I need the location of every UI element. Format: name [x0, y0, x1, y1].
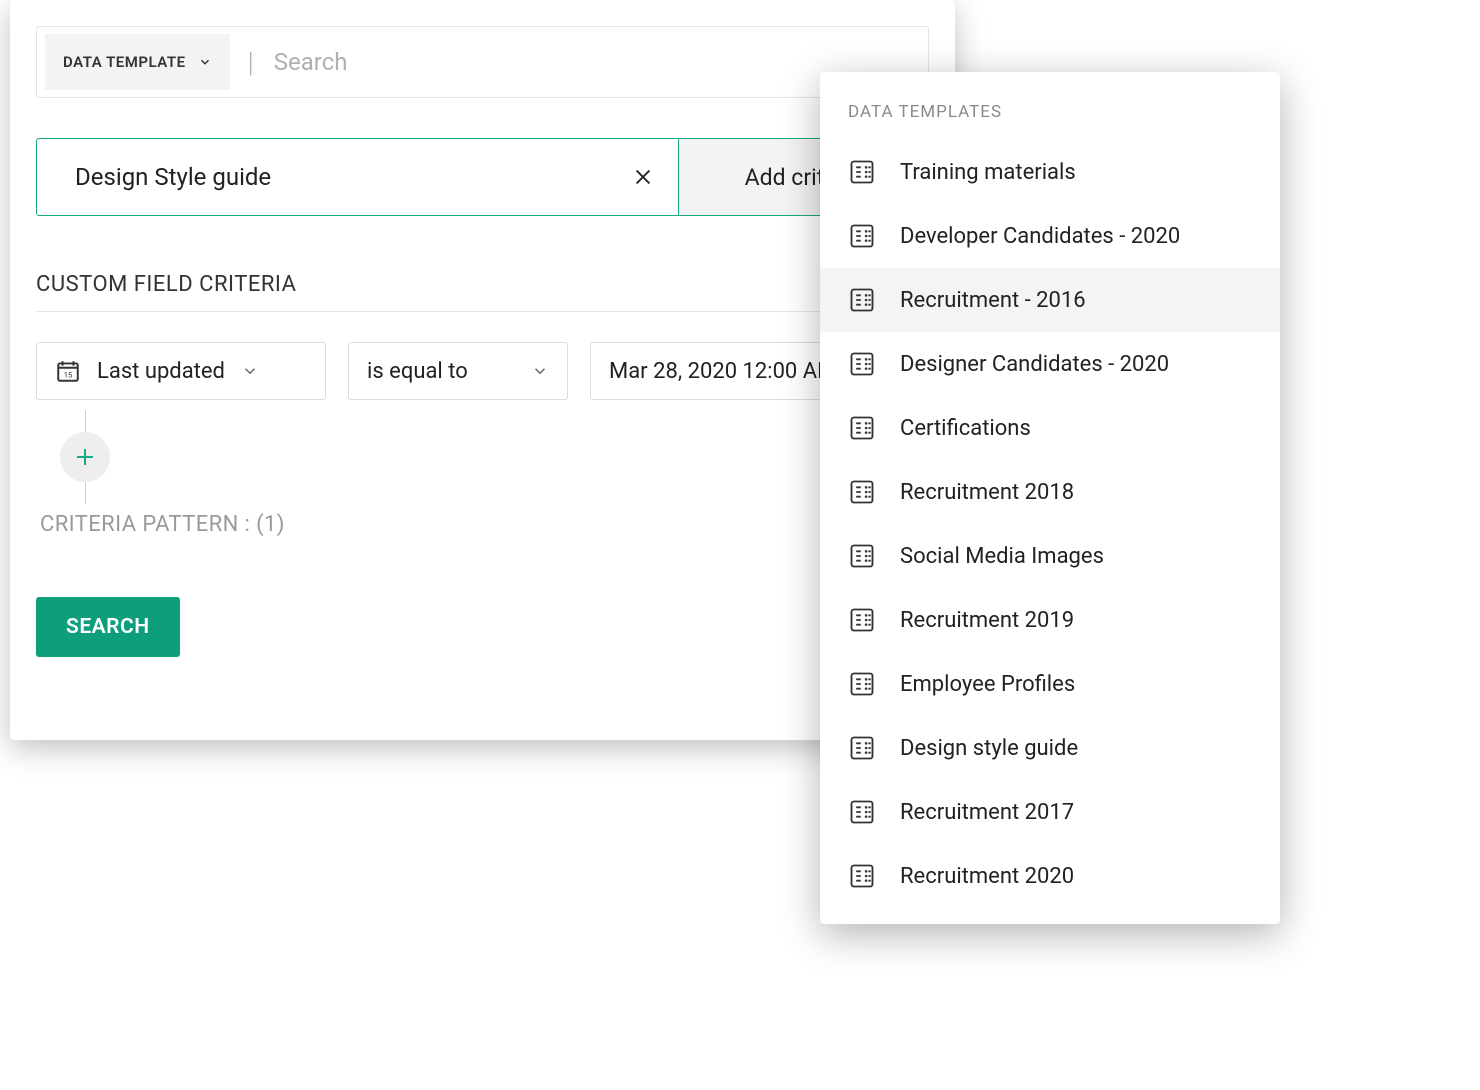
template-item-label: Recruitment 2020 — [900, 864, 1074, 889]
criteria-panel: DATA TEMPLATE | Design Style guide Add c… — [10, 0, 955, 740]
template-item[interactable]: Recruitment 2019 — [820, 588, 1280, 652]
criteria-operator-dropdown[interactable]: is equal to — [348, 342, 568, 400]
template-item[interactable]: Recruitment 2020 — [820, 844, 1280, 908]
connector-line — [85, 482, 86, 504]
connector-line — [85, 410, 86, 432]
chevron-down-icon — [531, 362, 549, 380]
criteria-pattern-label: CRITERIA PATTERN : — [40, 512, 250, 537]
template-item[interactable]: Designer Candidates - 2020 — [820, 332, 1280, 396]
criteria-pattern: CRITERIA PATTERN : (1) — [40, 512, 929, 537]
chevron-down-icon — [241, 362, 259, 380]
template-item[interactable]: Social Media Images — [820, 524, 1280, 588]
selected-template-label: Design Style guide — [37, 139, 608, 215]
search-row: DATA TEMPLATE | — [36, 26, 929, 98]
search-button-label: SEARCH — [66, 615, 150, 639]
data-templates-popover: DATA TEMPLATES Training materials Develop… — [820, 72, 1280, 924]
template-item[interactable]: Recruitment 2018 — [820, 460, 1280, 524]
template-item-label: Training materials — [900, 160, 1076, 185]
template-item-label: Design style guide — [900, 736, 1078, 761]
template-item-label: Certifications — [900, 416, 1031, 441]
template-item-label: Recruitment 2019 — [900, 608, 1074, 633]
data-template-chip-label: DATA TEMPLATE — [63, 53, 186, 71]
clear-template-button[interactable] — [608, 139, 678, 215]
criteria-pattern-value: (1) — [256, 512, 285, 537]
criteria-field-label: Last updated — [97, 359, 225, 384]
template-icon — [848, 478, 876, 506]
template-icon — [848, 734, 876, 762]
template-item-label: Recruitment 2017 — [900, 800, 1074, 825]
plus-icon — [73, 445, 97, 469]
template-item[interactable]: Recruitment - 2016 — [820, 268, 1280, 332]
criteria-section-title: CUSTOM FIELD CRITERIA — [36, 272, 929, 297]
popover-title: DATA TEMPLATES — [820, 92, 1280, 140]
template-icon — [848, 286, 876, 314]
template-item[interactable]: Certifications — [820, 396, 1280, 460]
template-item-label: Developer Candidates - 2020 — [900, 224, 1180, 249]
template-icon — [848, 414, 876, 442]
criteria-value-label: Mar 28, 2020 12:00 AM — [609, 359, 836, 384]
template-icon — [848, 798, 876, 826]
template-item[interactable]: Design style guide — [820, 716, 1280, 780]
template-item-label: Recruitment - 2016 — [900, 288, 1086, 313]
data-template-chip[interactable]: DATA TEMPLATE — [45, 34, 230, 90]
template-item[interactable]: Recruitment 2017 — [820, 780, 1280, 844]
criteria-field-dropdown[interactable]: 15 Last updated — [36, 342, 326, 400]
template-icon — [848, 350, 876, 378]
divider — [36, 311, 929, 312]
template-icon — [848, 862, 876, 890]
template-item-label: Designer Candidates - 2020 — [900, 352, 1169, 377]
template-icon — [848, 158, 876, 186]
svg-text:15: 15 — [64, 371, 73, 380]
template-icon — [848, 606, 876, 634]
templates-list: Training materials Developer Candidates -… — [820, 140, 1280, 908]
template-item-label: Recruitment 2018 — [900, 480, 1074, 505]
add-criteria-row-button[interactable] — [60, 432, 110, 482]
template-item-label: Social Media Images — [900, 544, 1104, 569]
template-icon — [848, 222, 876, 250]
close-icon — [632, 166, 654, 188]
template-item[interactable]: Developer Candidates - 2020 — [820, 204, 1280, 268]
chevron-down-icon — [198, 55, 212, 69]
template-item-label: Employee Profiles — [900, 672, 1075, 697]
criteria-row: 15 Last updated is equal to Mar 28, 2020… — [36, 342, 929, 400]
template-icon — [848, 670, 876, 698]
template-item[interactable]: Employee Profiles — [820, 652, 1280, 716]
add-criteria-row-wrap — [60, 410, 110, 504]
calendar-icon: 15 — [55, 358, 81, 384]
selected-template-row: Design Style guide Add criteria — [36, 138, 929, 216]
search-button[interactable]: SEARCH — [36, 597, 180, 657]
template-item[interactable]: Training materials — [820, 140, 1280, 204]
criteria-operator-label: is equal to — [367, 359, 468, 384]
template-icon — [848, 542, 876, 570]
